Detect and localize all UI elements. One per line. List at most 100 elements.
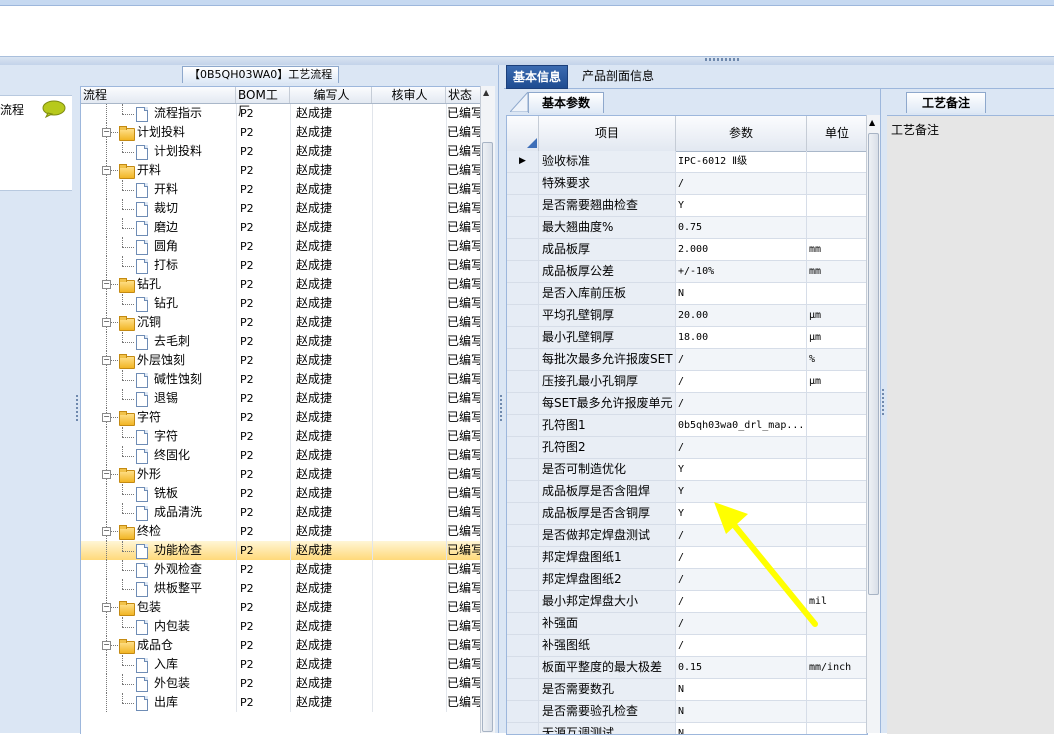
row-indicator[interactable]: ▶ [507,151,539,172]
param-row[interactable]: 是否入库前压板 N [507,283,867,305]
column-header-writer[interactable]: 编写人 [290,87,372,103]
tree-row[interactable]: 字符 P2 赵成捷 已编写 [81,427,481,446]
collapse-toggle-icon[interactable]: − [102,470,111,479]
left-nav-item-flow[interactable]: 流程 [0,95,72,191]
param-unit-cell[interactable] [807,173,867,194]
column-header-status[interactable]: 状态 [446,87,481,103]
splitter-grip[interactable] [500,395,502,423]
param-value-cell[interactable]: / [676,393,807,414]
param-value-cell[interactable]: Y [676,195,807,216]
tree-row[interactable]: − 外层蚀刻 P2 赵成捷 已编写 [81,351,481,370]
param-row[interactable]: 无源互调测试 N [507,723,867,734]
row-indicator[interactable] [507,437,539,458]
param-row[interactable]: 是否可制造优化 Y [507,459,867,481]
param-row[interactable]: 补强图纸 / [507,635,867,657]
row-indicator[interactable] [507,349,539,370]
row-indicator[interactable] [507,679,539,700]
param-unit-cell[interactable]: % [807,349,867,370]
row-indicator[interactable] [507,283,539,304]
param-unit-cell[interactable]: μm [807,305,867,326]
param-unit-cell[interactable] [807,459,867,480]
tree-row[interactable]: − 开料 P2 赵成捷 已编写 [81,161,481,180]
collapse-toggle-icon[interactable]: − [102,318,111,327]
collapse-toggle-icon[interactable]: − [102,641,111,650]
tree-row[interactable]: 成品清洗 P2 赵成捷 已编写 [81,503,481,522]
tree-row[interactable]: 钻孔 P2 赵成捷 已编写 [81,294,481,313]
param-row[interactable]: 最小孔壁铜厚 18.00 μm [507,327,867,349]
param-unit-cell[interactable] [807,679,867,700]
param-row[interactable]: 是否需要翘曲检查 Y [507,195,867,217]
param-value-cell[interactable]: / [676,371,807,392]
row-indicator[interactable] [507,635,539,656]
row-indicator[interactable] [507,173,539,194]
param-value-cell[interactable]: 2.000 [676,239,807,260]
collapse-toggle-icon[interactable]: − [102,527,111,536]
row-indicator[interactable] [507,393,539,414]
tree-row[interactable]: 碱性蚀刻 P2 赵成捷 已编写 [81,370,481,389]
param-row[interactable]: 孔符图2/ [507,437,867,459]
param-row[interactable]: 每批次最多允许报废SET /% [507,349,867,371]
tree-row[interactable]: 外包装 P2 赵成捷 已编写 [81,674,481,693]
param-value-cell[interactable]: IPC-6012 Ⅱ级 [676,151,807,172]
param-value-cell[interactable]: N [676,723,807,734]
collapse-toggle-icon[interactable]: − [102,603,111,612]
param-row[interactable]: 是否需要数孔 N [507,679,867,701]
row-indicator[interactable] [507,525,539,546]
row-indicator[interactable] [507,261,539,282]
tree-row[interactable]: 打标 P2 赵成捷 已编写 [81,256,481,275]
param-unit-cell[interactable] [807,437,867,458]
column-header-reviewer[interactable]: 核审人 [372,87,446,103]
tree-row[interactable]: 计划投料 P2 赵成捷 已编写 [81,142,481,161]
tree-row[interactable]: − 字符 P2 赵成捷 已编写 [81,408,481,427]
param-row[interactable]: 每SET最多允许报废单元 / [507,393,867,415]
tree-row[interactable]: 入库 P2 赵成捷 已编写 [81,655,481,674]
row-indicator[interactable] [507,613,539,634]
row-indicator[interactable] [507,701,539,722]
tree-row[interactable]: − 包装 P2 赵成捷 已编写 [81,598,481,617]
tree-row[interactable]: − 计划投料 P2 赵成捷 已编写 [81,123,481,142]
tree-row[interactable]: − 外形 P2 赵成捷 已编写 [81,465,481,484]
collapse-toggle-icon[interactable]: − [102,413,111,422]
row-indicator[interactable] [507,569,539,590]
param-unit-cell[interactable] [807,723,867,734]
tree-row[interactable]: − 钻孔 P2 赵成捷 已编写 [81,275,481,294]
collapse-toggle-icon[interactable]: − [102,166,111,175]
row-indicator[interactable] [507,459,539,480]
param-value-cell[interactable]: / [676,437,807,458]
param-value-cell[interactable]: 0b5qh03wa0_drl_map... [676,415,807,436]
row-indicator[interactable] [507,723,539,734]
splitter-grip[interactable] [705,58,741,61]
tree-row[interactable]: 磨边 P2 赵成捷 已编写 [81,218,481,237]
param-value-cell[interactable]: 0.75 [676,217,807,238]
tree-row[interactable]: 内包装 P2 赵成捷 已编写 [81,617,481,636]
param-row[interactable]: 是否需要验孔检查 N [507,701,867,723]
tab-process-notes[interactable]: 工艺备注 [906,92,986,113]
param-value-cell[interactable]: N [676,679,807,700]
param-value-cell[interactable]: 18.00 [676,327,807,348]
tree-row[interactable]: − 终检 P2 赵成捷 已编写 [81,522,481,541]
param-value-cell[interactable]: / [676,173,807,194]
select-all-corner-icon[interactable] [527,138,537,148]
row-indicator[interactable] [507,481,539,502]
param-unit-cell[interactable]: μm [807,371,867,392]
splitter-grip[interactable] [76,395,78,423]
tree-row[interactable]: − 成品仓 P2 赵成捷 已编写 [81,636,481,655]
tree-row[interactable]: 圆角 P2 赵成捷 已编写 [81,237,481,256]
scrollbar-thumb[interactable] [482,142,493,732]
param-value-cell[interactable]: 20.00 [676,305,807,326]
scroll-up-arrow-icon[interactable]: ▲ [483,88,489,97]
row-indicator[interactable] [507,657,539,678]
param-row[interactable]: 压接孔最小孔铜厚 / μm [507,371,867,393]
row-indicator[interactable] [507,371,539,392]
process-flow-tab[interactable]: 【0B5QH03WA0】工艺流程 [182,66,340,83]
tree-row[interactable]: 终固化 P2 赵成捷 已编写 [81,446,481,465]
param-value-cell[interactable]: / [676,635,807,656]
splitter-grip[interactable] [882,389,884,417]
tree-row[interactable]: 去毛刺 P2 赵成捷 已编写 [81,332,481,351]
param-row[interactable]: 特殊要求 / [507,173,867,195]
tree-row[interactable]: 裁切 P2 赵成捷 已编写 [81,199,481,218]
param-row[interactable]: 孔符图1 0b5qh03wa0_drl_map... [507,415,867,437]
param-unit-cell[interactable] [807,151,867,172]
tree-row[interactable]: 退锡 P2 赵成捷 已编写 [81,389,481,408]
row-indicator[interactable] [507,415,539,436]
